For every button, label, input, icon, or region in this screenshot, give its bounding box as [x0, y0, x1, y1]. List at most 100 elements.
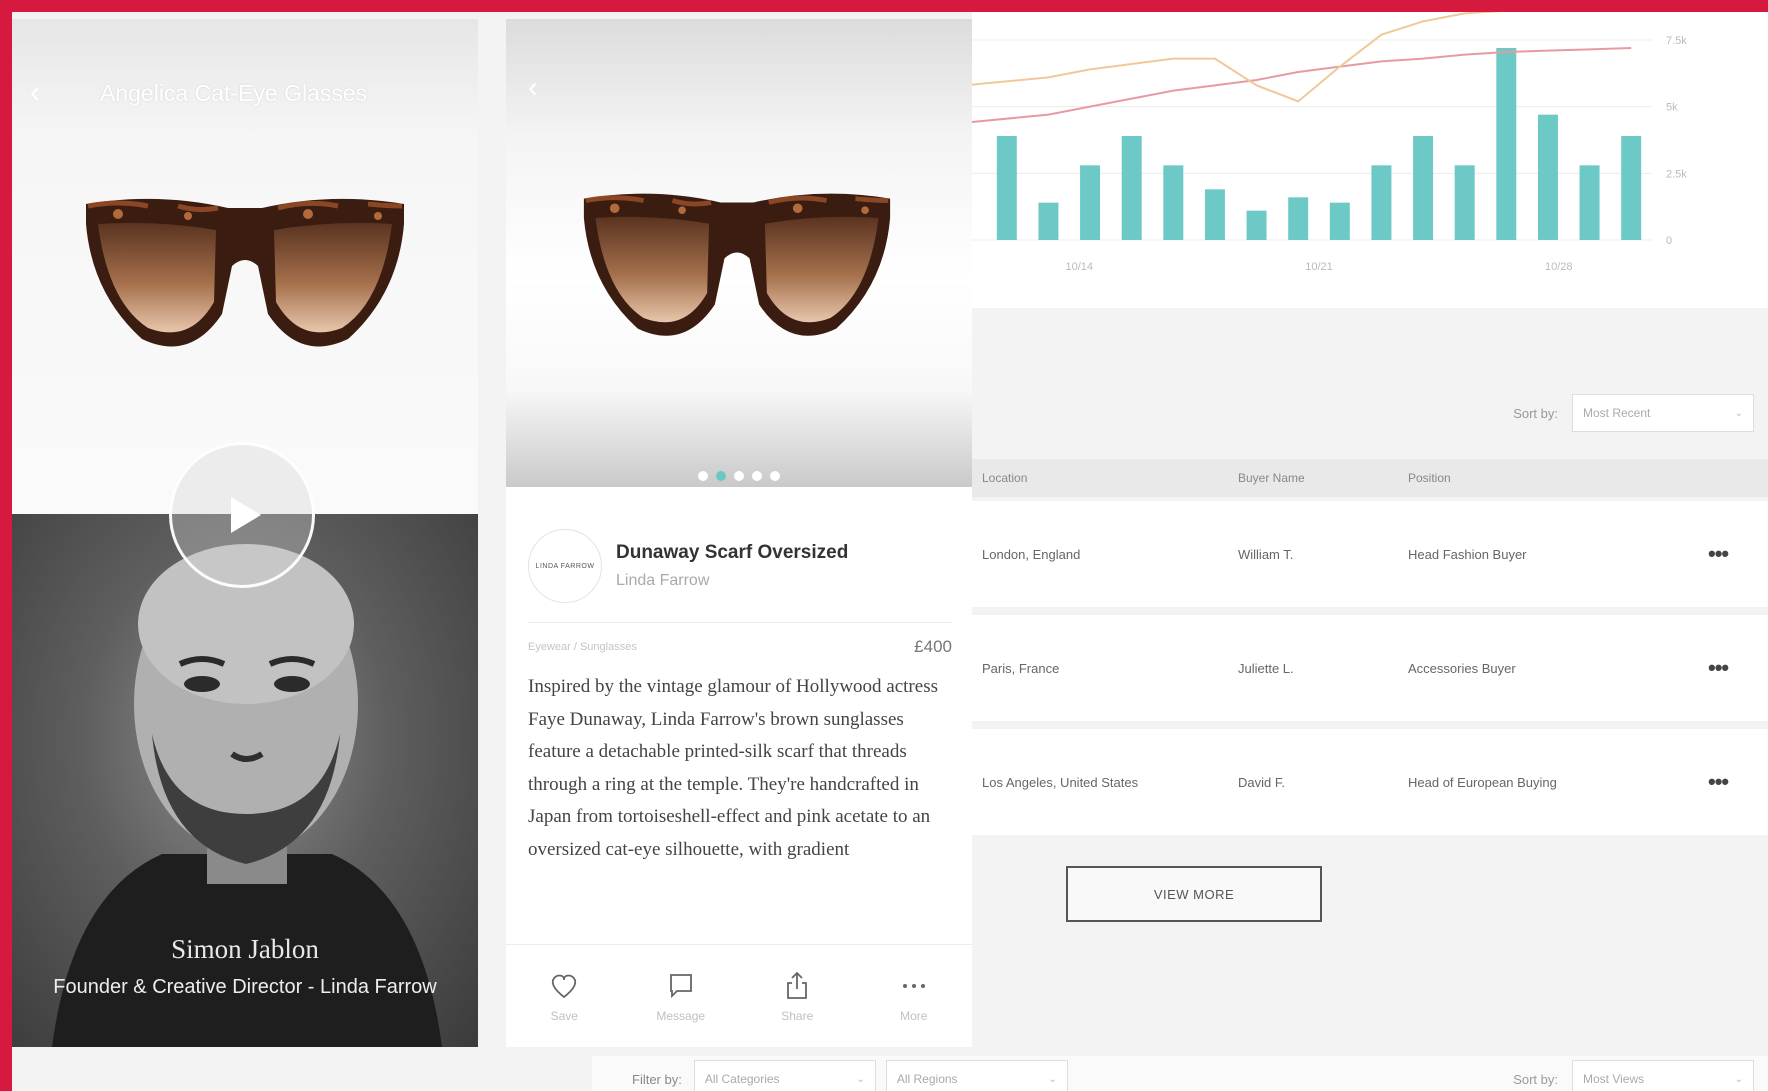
y-tick-label: 0	[1666, 235, 1672, 247]
designer-nav: ‹ Angelica Cat-Eye Glasses	[30, 73, 367, 113]
more-label: More	[900, 1009, 928, 1023]
cell-buyer-name: Juliette L.	[1238, 660, 1294, 676]
ellipsis-icon[interactable]: •••	[1708, 541, 1768, 567]
carousel-dot[interactable]	[716, 471, 726, 481]
carousel-dots[interactable]	[506, 471, 972, 481]
sort-value: Most Recent	[1583, 406, 1651, 420]
cell-position: Head of European Buying	[1408, 774, 1557, 790]
chevron-down-icon: ⌄	[1734, 407, 1743, 419]
view-more-button[interactable]: VIEW MORE	[1066, 866, 1322, 922]
sort-value: Most Views	[1583, 1072, 1645, 1086]
brand-logo[interactable]: LINDA FARROW	[528, 529, 602, 603]
carousel-dot[interactable]	[770, 471, 780, 481]
views-sort: Sort by: Most Views ⌄	[1513, 1060, 1754, 1091]
chart-bar	[1121, 136, 1142, 240]
buyers-table: Location Buyer Name Position London, Eng…	[972, 459, 1768, 835]
carousel-dot[interactable]	[752, 471, 762, 481]
chart-bar	[1537, 114, 1558, 240]
product-meta: Eyewear / Sunglasses £400	[528, 622, 952, 657]
analytics-dashboard: 0 2.5k 5k 7.5k 10/14 10/21 10/28 Sort by: Most…	[972, 12, 1768, 1091]
chart-line	[972, 12, 1502, 103]
cell-location: London, England	[982, 546, 1081, 562]
share-button[interactable]: Share	[757, 969, 837, 1023]
x-tick-label: 10/28	[1545, 261, 1573, 273]
chart-bar	[1204, 189, 1225, 240]
chart-bar	[1579, 165, 1600, 240]
cell-buyer-name: David F.	[1238, 774, 1285, 790]
column-header-location[interactable]: Location	[972, 471, 1238, 485]
chevron-down-icon: ⌄	[856, 1073, 865, 1085]
sort-select[interactable]: Most Views ⌄	[1572, 1060, 1754, 1091]
message-button[interactable]: Message	[641, 969, 721, 1023]
y-tick-label: 7.5k	[1666, 35, 1687, 47]
cell-buyer-name: William T.	[1238, 546, 1294, 562]
chart-bar	[1288, 197, 1309, 240]
product-header: LINDA FARROW Dunaway Scarf Oversized Lin…	[528, 529, 848, 603]
sunglasses-image	[576, 189, 898, 345]
carousel-dot[interactable]	[698, 471, 708, 481]
column-header-buyer-name[interactable]: Buyer Name	[1238, 471, 1408, 485]
table-row[interactable]: Paris, France Juliette L. Accessories Bu…	[972, 615, 1768, 721]
chart-bar	[1080, 165, 1101, 240]
table-header: Location Buyer Name Position	[972, 459, 1768, 497]
sort-select[interactable]: Most Recent ⌄	[1572, 394, 1754, 432]
ellipsis-icon[interactable]: •••	[1708, 769, 1768, 795]
sunglasses-image	[78, 194, 412, 356]
views-chart: 0 2.5k 5k 7.5k 10/14 10/21 10/28	[972, 12, 1768, 308]
chart-svg: 0 2.5k 5k 7.5k 10/14 10/21 10/28	[972, 12, 1687, 273]
product-price: £400	[914, 637, 952, 656]
designer-name: Simon Jablon	[171, 934, 319, 964]
chart-bar	[996, 136, 1017, 240]
product-brand[interactable]: Linda Farrow	[616, 572, 848, 590]
designer-panel: ‹ Angelica Cat-Eye Glasses Simon Jablon …	[12, 19, 478, 1047]
chevron-left-icon[interactable]: ‹	[30, 78, 64, 108]
message-icon	[669, 974, 692, 999]
buyers-sort: Sort by: Most Recent ⌄	[1513, 394, 1754, 432]
chart-bar	[1246, 210, 1267, 240]
region-select[interactable]: All Regions ⌄	[885, 1060, 1068, 1091]
chevron-left-icon[interactable]: ‹	[528, 73, 562, 103]
share-icon	[787, 971, 808, 999]
sort-label: Sort by:	[1513, 405, 1558, 421]
sort-label: Sort by:	[1513, 1071, 1558, 1087]
chevron-down-icon: ⌄	[1734, 1073, 1743, 1085]
category-select[interactable]: All Categories ⌄	[693, 1060, 876, 1091]
chart-bar	[1454, 165, 1475, 240]
canvas: ‹ Angelica Cat-Eye Glasses Simon Jablon …	[12, 12, 1768, 1091]
product-hero: ‹	[506, 19, 972, 487]
cell-location: Los Angeles, United States	[982, 774, 1139, 790]
chart-bar	[1371, 165, 1392, 240]
table-row[interactable]: London, England William T. Head Fashion …	[972, 501, 1768, 607]
save-button[interactable]: Save	[524, 969, 604, 1023]
chart-bar	[1413, 136, 1434, 240]
breadcrumb[interactable]: Eyewear / Sunglasses	[528, 641, 637, 653]
cell-location: Paris, France	[982, 660, 1060, 676]
x-tick-label: 10/21	[1305, 261, 1333, 273]
message-label: Message	[656, 1009, 706, 1023]
product-panel: ‹ LINDA FARROW Dunaway Scarf Oversized L…	[506, 19, 972, 1047]
chart-bar	[1038, 202, 1059, 240]
heart-icon	[552, 974, 577, 999]
action-bar: Save Message Share More	[506, 944, 972, 1047]
product-name: Dunaway Scarf Oversized	[616, 542, 849, 563]
chart-bar	[1329, 202, 1350, 240]
filter-label: Filter by:	[632, 1071, 682, 1087]
y-tick-label: 5k	[1666, 102, 1678, 114]
table-row[interactable]: Los Angeles, United States David F. Head…	[972, 729, 1768, 835]
cell-position: Accessories Buyer	[1408, 660, 1516, 676]
x-tick-label: 10/14	[1065, 261, 1093, 273]
play-video-button[interactable]	[169, 442, 315, 588]
designer-photo: Simon Jablon Founder & Creative Director…	[12, 514, 478, 1047]
chevron-down-icon: ⌄	[1048, 1073, 1057, 1085]
play-icon	[231, 497, 261, 533]
carousel-dot[interactable]	[734, 471, 744, 481]
page-title: Angelica Cat-Eye Glasses	[100, 79, 368, 106]
ellipsis-icon[interactable]: •••	[1708, 655, 1768, 681]
filter-bar: Filter by: All Categories ⌄ All Regions …	[592, 1056, 1768, 1091]
more-button[interactable]: More	[874, 969, 954, 1023]
y-tick-label: 2.5k	[1666, 168, 1687, 180]
chart-bar	[1163, 165, 1184, 240]
column-header-position[interactable]: Position	[1408, 471, 1708, 485]
designer-role: Founder & Creative Director - Linda Farr…	[53, 976, 437, 998]
chart-line	[972, 47, 1632, 124]
